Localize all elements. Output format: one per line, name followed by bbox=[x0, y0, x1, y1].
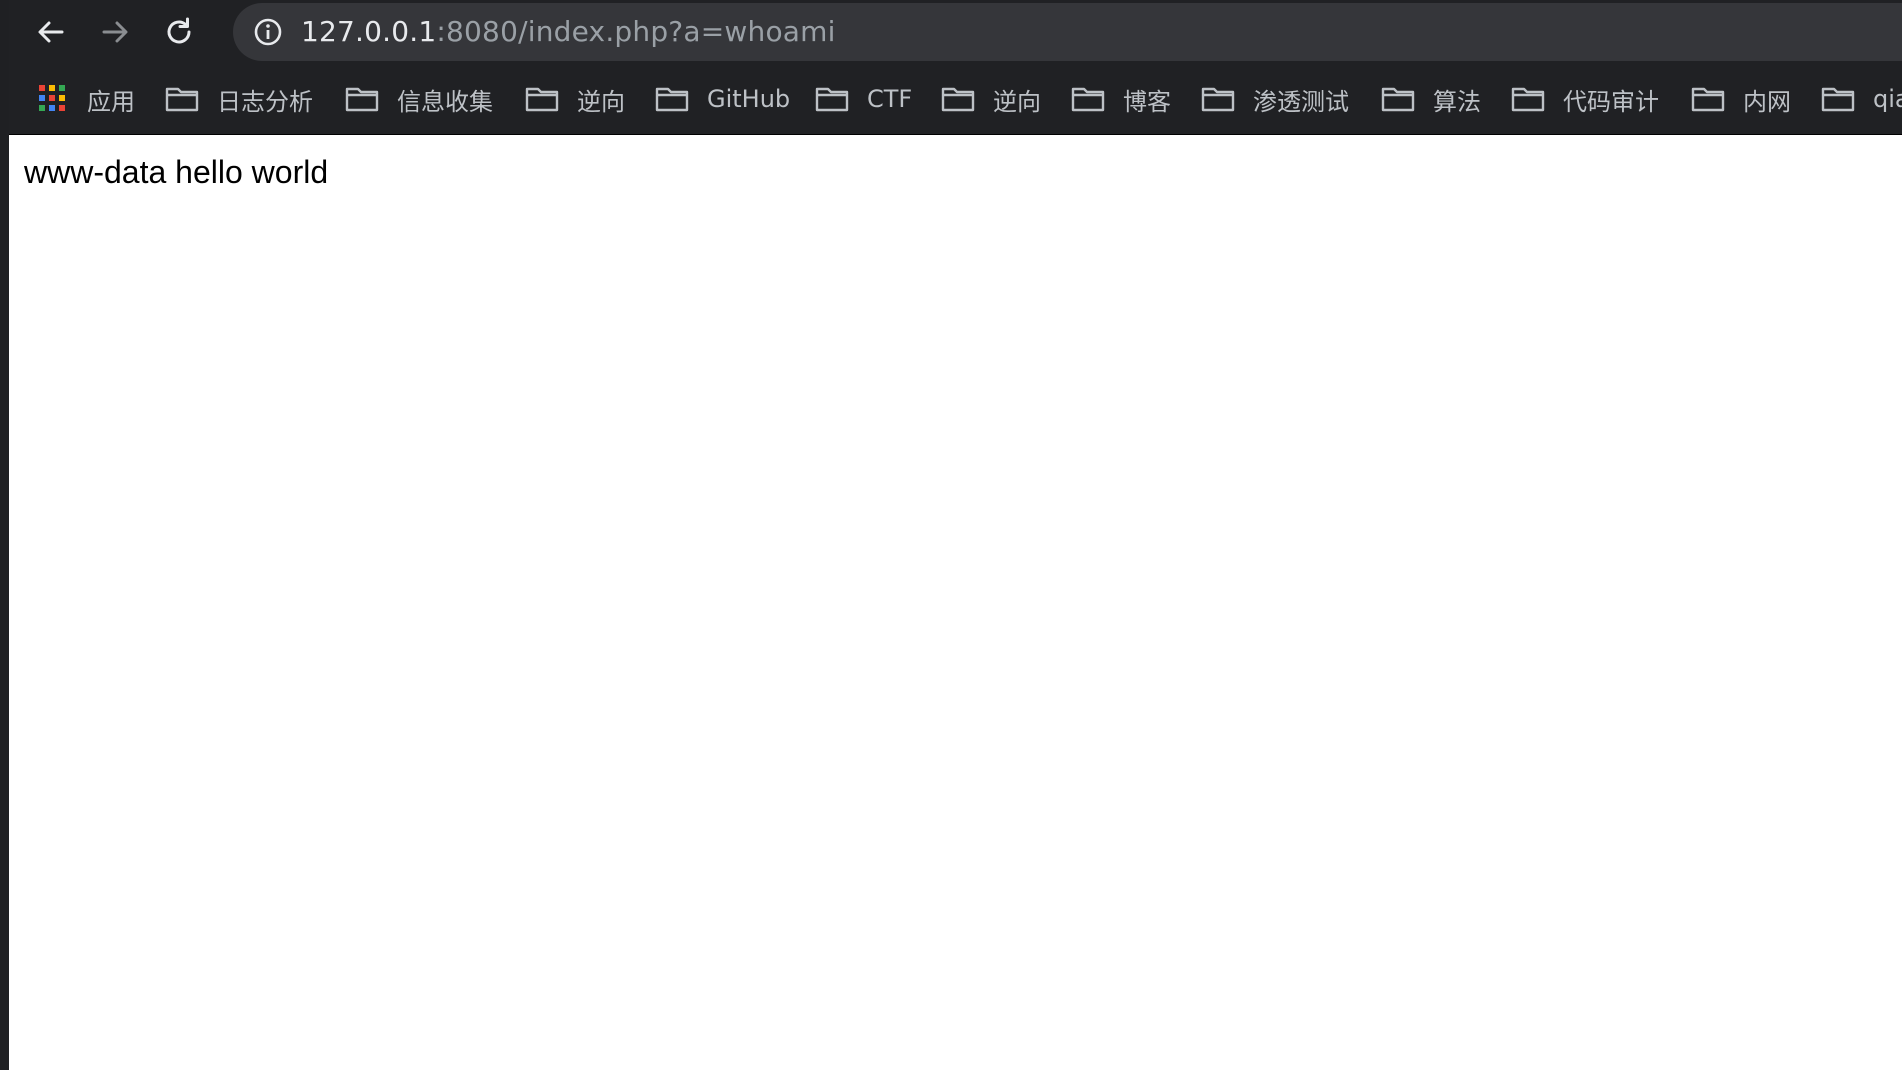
bookmark-folder[interactable]: GitHub bbox=[655, 80, 790, 118]
arrow-right-icon bbox=[102, 21, 128, 43]
bookmark-folder[interactable]: 渗透测试 bbox=[1201, 80, 1349, 118]
bookmark-label: CTF bbox=[867, 85, 913, 113]
back-button[interactable] bbox=[31, 12, 71, 52]
info-icon[interactable] bbox=[253, 17, 283, 47]
folder-icon bbox=[941, 87, 975, 112]
folder-icon bbox=[1511, 87, 1545, 112]
command-output-text: www-data hello world bbox=[24, 154, 329, 190]
bookmarks-bar: 应用 日志分析 信息收集 逆向 GitHub CTF 逆向 博客 渗透测试 算法… bbox=[9, 64, 1902, 135]
folder-icon bbox=[1821, 87, 1855, 112]
page-content: www-data hello world bbox=[9, 135, 1902, 1070]
bookmark-label: 博客 bbox=[1123, 87, 1171, 116]
bookmark-folder[interactable]: qia bbox=[1821, 80, 1902, 118]
address-bar[interactable]: 127.0.0.1:8080/index.php?a=whoami bbox=[233, 3, 1902, 61]
folder-icon bbox=[1071, 87, 1105, 112]
bookmark-label: 逆向 bbox=[993, 87, 1041, 116]
bookmark-folder[interactable]: 日志分析 bbox=[165, 80, 313, 118]
folder-icon bbox=[655, 87, 689, 112]
bookmark-folder[interactable]: 博客 bbox=[1071, 80, 1171, 118]
folder-icon bbox=[165, 87, 199, 112]
window-edge bbox=[0, 0, 9, 1070]
bookmark-label: 内网 bbox=[1743, 87, 1791, 116]
folder-icon bbox=[815, 87, 849, 112]
bookmark-folder[interactable]: 信息收集 bbox=[345, 80, 493, 118]
bookmark-folder[interactable]: 逆向 bbox=[525, 80, 625, 118]
url-path: :8080/index.php?a=whoami bbox=[436, 15, 836, 48]
reload-icon bbox=[167, 17, 191, 44]
apps-grid-icon bbox=[39, 85, 67, 113]
bookmark-label: 渗透测试 bbox=[1253, 87, 1349, 116]
bookmark-label: 应用 bbox=[87, 87, 135, 116]
reload-button[interactable] bbox=[159, 12, 199, 52]
bookmark-folder[interactable]: CTF bbox=[815, 80, 912, 118]
url-host: 127.0.0.1 bbox=[301, 15, 437, 48]
browser-window: 127.0.0.1:8080/index.php?a=whoami 应用 日志分… bbox=[0, 0, 1902, 1070]
bookmark-label: qia bbox=[1873, 85, 1902, 113]
bookmark-folder[interactable]: 代码审计 bbox=[1511, 80, 1659, 118]
bookmark-label: 日志分析 bbox=[217, 87, 313, 116]
arrow-left-icon bbox=[38, 21, 64, 43]
bookmark-label: 算法 bbox=[1433, 87, 1481, 116]
bookmark-label: 代码审计 bbox=[1563, 87, 1659, 116]
folder-icon bbox=[345, 87, 379, 112]
bookmark-label: 信息收集 bbox=[397, 87, 493, 116]
browser-toolbar: 127.0.0.1:8080/index.php?a=whoami bbox=[9, 0, 1902, 64]
folder-icon bbox=[525, 87, 559, 112]
address-bar-url[interactable]: 127.0.0.1:8080/index.php?a=whoami bbox=[301, 3, 836, 61]
bookmark-folder[interactable]: 内网 bbox=[1691, 80, 1791, 118]
forward-button[interactable] bbox=[95, 12, 135, 52]
folder-icon bbox=[1691, 87, 1725, 112]
folder-icon bbox=[1201, 87, 1235, 112]
bookmark-folder[interactable]: 逆向 bbox=[941, 80, 1041, 118]
bookmark-apps[interactable]: 应用 bbox=[39, 80, 135, 118]
folder-icon bbox=[1381, 87, 1415, 112]
bookmark-folder[interactable]: 算法 bbox=[1381, 80, 1481, 118]
bookmark-label: GitHub bbox=[707, 85, 791, 113]
bookmark-label: 逆向 bbox=[577, 87, 625, 116]
